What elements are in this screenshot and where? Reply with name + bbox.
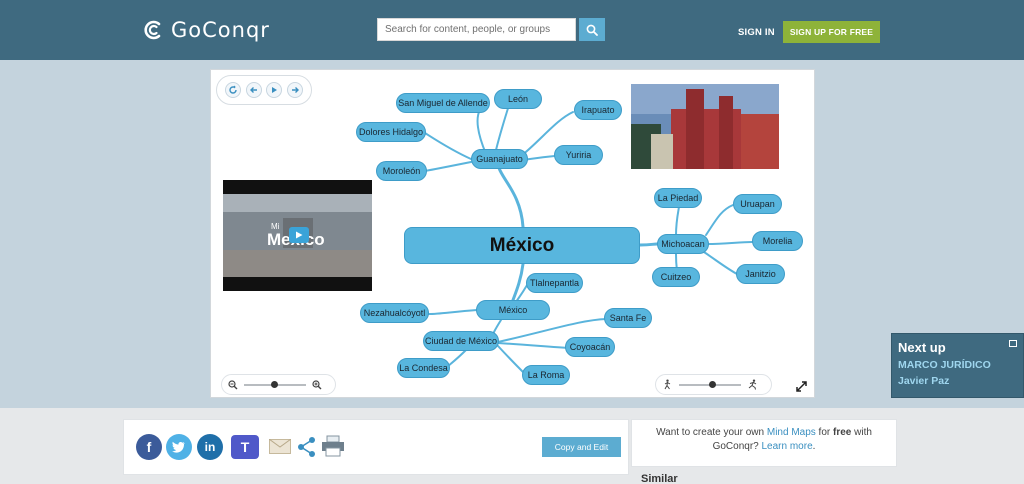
node-guanajuato[interactable]: Guanajuato xyxy=(471,149,528,169)
node-moroleon[interactable]: Moroleón xyxy=(376,161,427,181)
next-up-title: Next up xyxy=(898,340,946,355)
node-ciudad-de-mexico[interactable]: Ciudad de México xyxy=(423,331,499,351)
node-mexico-state[interactable]: México xyxy=(476,300,550,320)
facebook-icon[interactable]: f xyxy=(136,434,162,460)
email-icon[interactable] xyxy=(269,439,291,454)
node-yuriria[interactable]: Yuriria xyxy=(554,145,603,165)
mind-map-canvas[interactable]: Mi Mexico México Guanajuato San Miguel d… xyxy=(210,69,815,398)
node-tlalnepantla[interactable]: Tlalnepantla xyxy=(526,273,583,293)
share-icon[interactable] xyxy=(296,436,318,458)
share-toolbar: f in T Copy and Edit xyxy=(123,419,629,475)
previous-button[interactable] xyxy=(245,82,262,98)
presentation-controls xyxy=(216,75,312,105)
video-embed[interactable]: Mi Mexico xyxy=(223,180,372,291)
central-topic-node[interactable]: México xyxy=(404,227,640,264)
node-la-roma[interactable]: La Roma xyxy=(522,365,570,385)
linkedin-icon[interactable]: in xyxy=(197,434,223,460)
copy-and-edit-button[interactable]: Copy and Edit xyxy=(542,437,621,457)
node-leon[interactable]: León xyxy=(494,89,542,109)
zoom-slider[interactable] xyxy=(244,380,306,388)
walking-icon[interactable] xyxy=(662,379,673,390)
window-icon[interactable] xyxy=(1009,340,1017,347)
next-button[interactable] xyxy=(286,82,303,98)
similar-heading: Similar xyxy=(641,473,678,484)
search-icon xyxy=(586,24,598,36)
node-santa-fe[interactable]: Santa Fe xyxy=(604,308,652,328)
zoom-in-icon[interactable] xyxy=(312,379,322,390)
play-icon xyxy=(272,87,278,93)
cathedral-photo[interactable] xyxy=(631,84,779,169)
next-up-panel: Next up MARCO JURÍDICO Javier Paz xyxy=(891,333,1024,398)
video-play-button[interactable] xyxy=(289,227,309,243)
node-la-condesa[interactable]: La Condesa xyxy=(397,358,450,378)
node-cuitzeo[interactable]: Cuitzeo xyxy=(652,267,700,287)
search-button[interactable] xyxy=(579,18,605,41)
create-mindmap-prompt: Want to create your own Mind Maps for fr… xyxy=(631,419,897,467)
create-prompt-line-2: GoConqr? Learn more. xyxy=(712,441,816,452)
restart-button[interactable] xyxy=(225,82,242,98)
print-icon[interactable] xyxy=(321,435,345,457)
refresh-icon xyxy=(229,85,237,94)
running-icon[interactable] xyxy=(747,379,758,390)
zoom-control xyxy=(221,374,336,395)
node-morelia[interactable]: Morelia xyxy=(752,231,803,251)
node-janitzio[interactable]: Janitzio xyxy=(736,264,785,284)
next-up-item[interactable]: Javier Paz xyxy=(898,375,1017,387)
goconqr-logo[interactable]: GoConqr xyxy=(143,16,270,44)
cathedral-image xyxy=(631,84,779,169)
sign-in-link[interactable]: SIGN IN xyxy=(738,27,775,38)
node-san-miguel-de-allende[interactable]: San Miguel de Allende xyxy=(396,93,490,113)
teams-icon[interactable]: T xyxy=(231,435,259,459)
search-input[interactable] xyxy=(377,18,576,41)
node-irapuato[interactable]: Irapuato xyxy=(574,100,622,120)
play-icon xyxy=(296,231,303,239)
learn-more-link[interactable]: Learn more xyxy=(762,441,813,452)
node-coyoacan[interactable]: Coyoacán xyxy=(565,337,615,357)
logo-text: GoConqr xyxy=(171,18,270,42)
fullscreen-button[interactable] xyxy=(794,379,808,393)
mind-maps-link[interactable]: Mind Maps xyxy=(767,427,816,438)
node-uruapan[interactable]: Uruapan xyxy=(733,194,782,214)
arrow-right-icon xyxy=(291,87,299,93)
zoom-out-icon[interactable] xyxy=(228,379,238,390)
play-button[interactable] xyxy=(266,82,283,98)
zoom-slider-thumb[interactable] xyxy=(271,380,278,388)
sign-up-button[interactable]: SIGN UP FOR FREE xyxy=(783,21,880,43)
node-la-piedad[interactable]: La Piedad xyxy=(654,188,702,208)
next-up-item[interactable]: MARCO JURÍDICO xyxy=(898,359,1017,371)
node-dolores-hidalgo[interactable]: Dolores Hidalgo xyxy=(356,122,426,142)
twitter-icon[interactable] xyxy=(166,434,192,460)
node-michoacan[interactable]: Michoacan xyxy=(657,234,709,254)
arrow-left-icon xyxy=(249,87,257,93)
create-prompt-line-1: Want to create your own Mind Maps for fr… xyxy=(656,427,872,438)
node-nezahualcoyotl[interactable]: Nezahualcóyotl xyxy=(360,303,429,323)
goconqr-logo-icon xyxy=(144,20,161,40)
playback-speed-control xyxy=(655,374,772,395)
expand-icon xyxy=(795,380,807,392)
speed-slider-thumb[interactable] xyxy=(709,380,716,388)
top-navbar: GoConqr SIGN IN SIGN UP FOR FREE xyxy=(0,0,1024,60)
speed-slider[interactable] xyxy=(679,380,741,388)
